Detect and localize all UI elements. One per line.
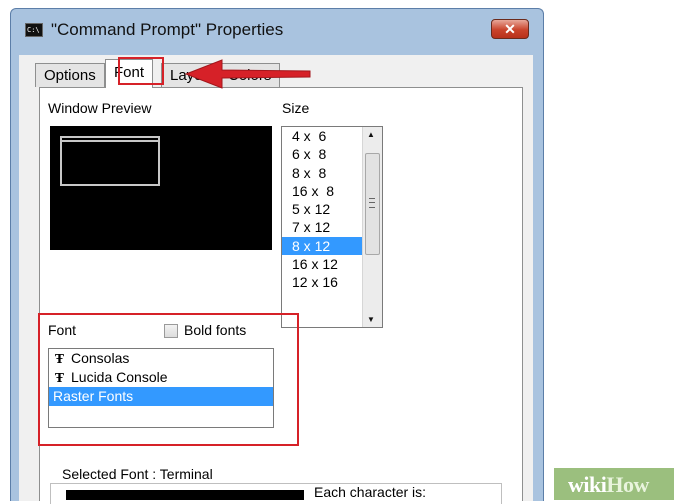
red-arrow-icon (184, 59, 311, 89)
truetype-icon: Ŧ (55, 371, 64, 385)
wikihow-watermark: wikiHow (554, 468, 674, 500)
grip-icon (369, 198, 375, 208)
font-tab-highlight (118, 57, 164, 85)
size-scrollbar[interactable]: ▲ ▼ (362, 127, 382, 327)
scroll-down-icon[interactable]: ▼ (367, 315, 375, 324)
font-item-label: Lucida Console (71, 369, 168, 385)
close-button[interactable]: ✕ (491, 19, 529, 39)
font-label: Font (48, 322, 77, 338)
truetype-icon: Ŧ (55, 352, 64, 366)
window-title: "Command Prompt" Properties (51, 20, 284, 39)
window-preview (50, 126, 272, 250)
size-label: Size (282, 100, 310, 116)
font-item-label: Consolas (71, 350, 130, 366)
scroll-thumb[interactable] (365, 153, 380, 255)
font-sample-preview (66, 490, 304, 500)
scroll-up-icon[interactable]: ▲ (367, 130, 375, 139)
preview-window-outline (60, 136, 160, 186)
font-item[interactable]: Ŧ Consolas (49, 349, 273, 368)
font-item[interactable]: Ŧ Lucida Console (49, 368, 273, 387)
tab-options[interactable]: Options (35, 63, 105, 87)
each-character-label: Each character is: (314, 484, 427, 500)
font-item-selected[interactable]: Raster Fonts (49, 387, 273, 406)
size-list[interactable]: 4 x 6 6 x 8 8 x 8 16 x 8 5 x 12 7 x 12 8… (281, 126, 383, 328)
wikihow-logo: wikiHow (568, 472, 649, 497)
title-bar[interactable]: C:\ "Command Prompt" Properties ✕ (11, 9, 543, 53)
window-preview-label: Window Preview (48, 100, 152, 116)
size-item-selected[interactable]: 8 x 12 (282, 236, 362, 256)
command-prompt-icon: C:\ (25, 23, 43, 37)
bold-fonts-label[interactable]: Bold fonts (184, 322, 246, 338)
selected-font-label: Selected Font : Terminal (58, 466, 217, 482)
font-list[interactable]: Ŧ Consolas Ŧ Lucida Console Raster Fonts (48, 348, 274, 428)
bold-fonts-checkbox[interactable] (164, 324, 178, 338)
